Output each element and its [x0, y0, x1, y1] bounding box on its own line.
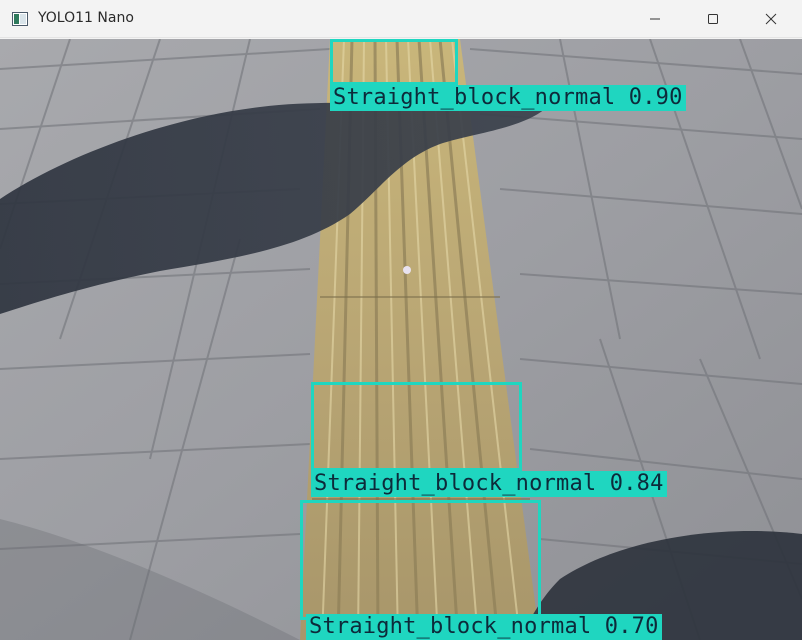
maximize-icon: [707, 13, 719, 25]
detection-box: [300, 500, 541, 620]
detection-label: Straight_block_normal 0.90: [330, 85, 686, 111]
minimize-icon: [649, 13, 661, 25]
detection-box: [311, 382, 522, 471]
detection-label: Straight_block_normal 0.84: [311, 471, 667, 497]
detection-label: Straight_block_normal 0.70: [306, 614, 662, 640]
maximize-button[interactable]: [684, 0, 742, 38]
detection-box: [330, 39, 458, 85]
window-title: YOLO11 Nano: [38, 10, 134, 26]
close-button[interactable]: [742, 0, 800, 38]
app-window: YOLO11 Nano Straight_block_normal 0.90 S…: [0, 0, 802, 640]
close-icon: [765, 13, 777, 25]
app-window-icon: [12, 11, 28, 26]
minimize-button[interactable]: [626, 0, 684, 38]
title-bar[interactable]: YOLO11 Nano: [0, 0, 802, 38]
camera-feed: Straight_block_normal 0.90 Straight_bloc…: [0, 39, 802, 640]
